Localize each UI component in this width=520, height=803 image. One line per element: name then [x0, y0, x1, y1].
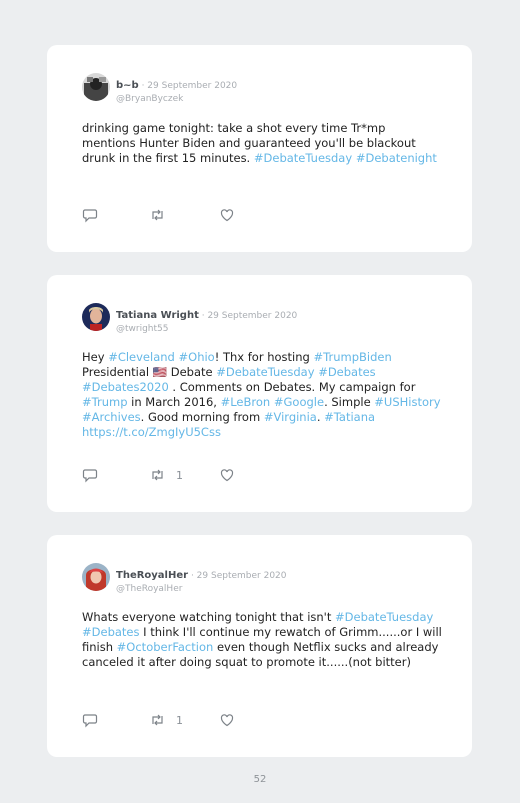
- retweet-count: 1: [176, 713, 183, 727]
- separator: ·: [138, 81, 148, 91]
- tweet-card-3: TheRoyalHer · 29 September 2020 @TheRoya…: [47, 535, 472, 757]
- like-icon: [219, 467, 235, 483]
- tweet-card-2: Tatiana Wright · 29 September 2020 @twri…: [47, 275, 472, 512]
- tweet-date: 29 September 2020: [207, 311, 298, 321]
- hashtag-link[interactable]: #DebateTuesday: [335, 610, 433, 624]
- separator: ·: [188, 571, 197, 581]
- page-number: 52: [253, 774, 267, 785]
- hashtag-link[interactable]: #LeBron: [221, 395, 271, 409]
- tweet-text-segment: Whats everyone watching tonight that isn…: [82, 610, 336, 624]
- hashtag-link[interactable]: #Debates: [82, 625, 140, 639]
- hashtag-link[interactable]: #Archives: [82, 410, 141, 424]
- hashtag-link[interactable]: #Debates: [318, 365, 376, 379]
- hashtag-link[interactable]: #OctoberFaction: [117, 640, 214, 654]
- reply-button[interactable]: [82, 207, 98, 223]
- reply-icon: [82, 207, 98, 223]
- avatar[interactable]: [82, 73, 110, 101]
- hashtag-link[interactable]: #TrumpBiden: [314, 350, 392, 364]
- tweet-text-segment: Presidential 🇺🇸 Debate: [82, 365, 217, 379]
- tweet-text-segment: . Simple: [324, 395, 375, 409]
- retweet-icon: [149, 467, 166, 483]
- reply-button[interactable]: [82, 467, 98, 483]
- reply-icon: [82, 467, 98, 483]
- tweet-text-segment: ! Thx for hosting: [214, 350, 314, 364]
- tweet-date: 29 September 2020: [147, 81, 238, 91]
- like-icon: [219, 207, 235, 223]
- retweet-button[interactable]: [149, 207, 176, 223]
- tweet-text-segment: Hey: [82, 350, 109, 364]
- hashtag-link[interactable]: #Tatiana: [324, 410, 375, 424]
- hashtag-link[interactable]: #Google: [274, 395, 324, 409]
- tweet-text: Whats everyone watching tonight that isn…: [82, 610, 442, 670]
- hashtag-link[interactable]: #DebateTuesday: [254, 151, 352, 165]
- like-icon: [219, 712, 235, 728]
- hashtag-link[interactable]: #USHistory: [374, 395, 440, 409]
- user-name[interactable]: TheRoyalHer: [116, 570, 188, 581]
- retweet-button[interactable]: 1: [149, 467, 183, 483]
- user-handle[interactable]: @TheRoyalHer: [116, 584, 287, 594]
- reply-icon: [82, 712, 98, 728]
- reply-button[interactable]: [82, 712, 98, 728]
- hashtag-link[interactable]: #Cleveland: [108, 350, 175, 364]
- tweet-text: drinking game tonight: take a shot every…: [82, 121, 442, 166]
- hashtag-link[interactable]: #Debatenight: [356, 151, 437, 165]
- hashtag-link[interactable]: https://t.co/ZmgIyU5Css: [82, 425, 221, 439]
- tweet-date: 29 September 2020: [196, 571, 287, 581]
- tweet-text-segment: in March 2016,: [127, 395, 221, 409]
- hashtag-link[interactable]: #Debates2020: [82, 380, 169, 394]
- tweet-text-segment: . Comments on Debates. My campaign for: [168, 380, 416, 394]
- retweet-count: 1: [176, 468, 183, 482]
- like-button[interactable]: [219, 712, 235, 728]
- hashtag-link[interactable]: #Ohio: [179, 350, 215, 364]
- user-handle[interactable]: @twright55: [116, 324, 297, 334]
- user-handle[interactable]: @BryanByczek: [116, 94, 237, 104]
- like-button[interactable]: [219, 207, 235, 223]
- user-name[interactable]: b~b: [116, 80, 139, 91]
- avatar[interactable]: [82, 303, 110, 331]
- like-button[interactable]: [219, 467, 235, 483]
- hashtag-link[interactable]: #DebateTuesday: [216, 365, 314, 379]
- retweet-icon: [149, 207, 166, 223]
- tweet-text: Hey #Cleveland #Ohio! Thx for hosting #T…: [82, 350, 442, 440]
- avatar[interactable]: [82, 563, 110, 591]
- user-name[interactable]: Tatiana Wright: [116, 310, 199, 321]
- tweet-card-1: b~b · 29 September 2020 @BryanByczek dri…: [47, 45, 472, 252]
- hashtag-link[interactable]: #Trump: [82, 395, 128, 409]
- hashtag-link[interactable]: #Virginia: [264, 410, 317, 424]
- retweet-button[interactable]: 1: [149, 712, 183, 728]
- tweet-text-segment: . Good morning from: [140, 410, 264, 424]
- retweet-icon: [149, 712, 166, 728]
